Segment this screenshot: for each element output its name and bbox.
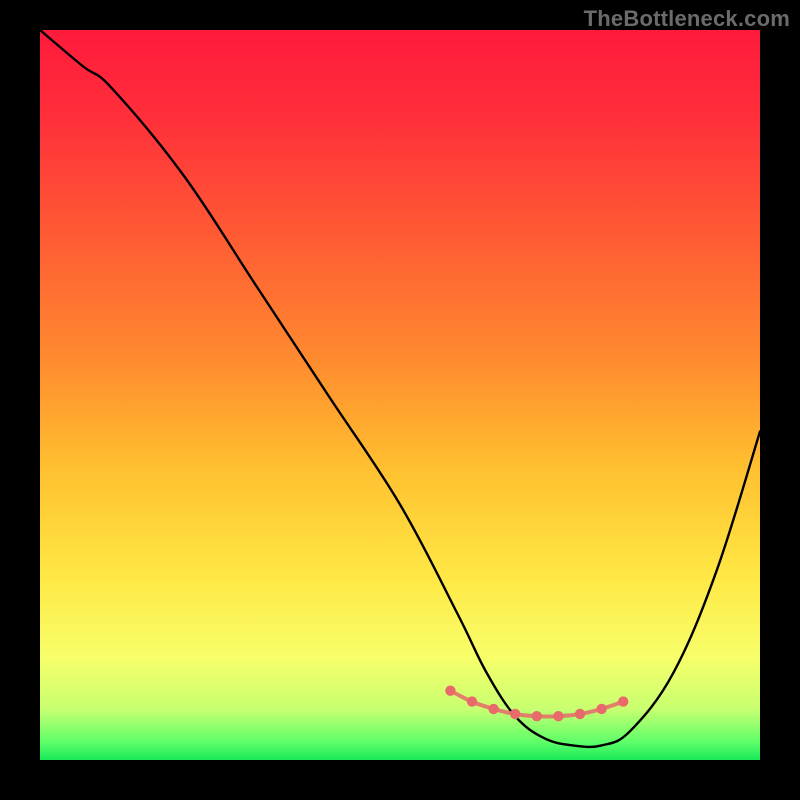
plot-background — [40, 30, 760, 760]
optimal-marker — [532, 711, 542, 721]
watermark-label: TheBottleneck.com — [584, 6, 790, 32]
chart-frame: TheBottleneck.com — [0, 0, 800, 800]
optimal-marker — [553, 711, 563, 721]
bottleneck-plot — [0, 0, 800, 800]
optimal-marker — [445, 685, 455, 695]
optimal-marker — [488, 704, 498, 714]
optimal-marker — [596, 704, 606, 714]
optimal-marker — [618, 696, 628, 706]
optimal-marker — [575, 709, 585, 719]
optimal-marker — [467, 696, 477, 706]
optimal-marker — [510, 709, 520, 719]
